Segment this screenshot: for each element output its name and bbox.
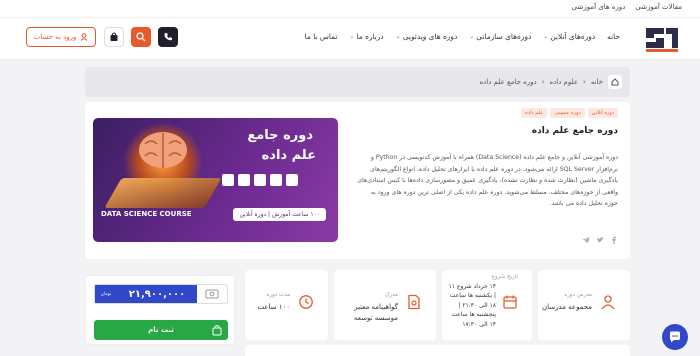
schedule-value: ۱۴ خرداد شروع ۱۱ | یکشنبه ها ساعت ۱۸ الی…: [448, 283, 496, 328]
top-strip: مقالات آموزشی دوره های آموزشی: [0, 0, 700, 18]
breadcrumb-current: دوره جامع علم داده: [479, 78, 537, 86]
duration-value: ۱۰۰ ساعت: [257, 303, 290, 311]
schedule-label: تاریخ شروع: [491, 274, 518, 280]
nav-home[interactable]: خانه: [607, 32, 620, 41]
share-icons: [582, 236, 618, 244]
chevron-down-icon: ⌄: [349, 33, 355, 40]
info-card-duration: مدت دوره ۱۰۰ ساعت: [245, 270, 328, 340]
info-card-certificate: مدرک گواهینامه معتبر موسسه توسعه: [334, 270, 436, 340]
phone-button[interactable]: [158, 27, 178, 47]
tag-general[interactable]: دوره عمومی: [550, 108, 585, 118]
banner-title-line1: دوره جامع: [247, 128, 313, 143]
course-tags: دوره آنلاین دوره عمومی علم داده: [521, 108, 618, 118]
breadcrumb-sep-icon: ‹: [583, 78, 586, 86]
tool-logo-icon: [254, 174, 266, 186]
course-title: دوره جامع علم داده: [531, 126, 618, 136]
facebook-icon[interactable]: [610, 236, 618, 244]
tool-logo-icon: [270, 174, 282, 186]
course-description: دوره آموزشی آنلاین و جامع علم داده (Data…: [357, 154, 618, 208]
tool-logo-icon: [238, 174, 250, 186]
phone-icon: [164, 33, 172, 41]
info-card-schedule: تاریخ شروع ۱۴ خرداد شروع ۱۱ | یکشنبه ها …: [442, 270, 532, 340]
calendar-icon: [503, 295, 517, 309]
chat-icon: [670, 331, 680, 343]
chip-graphic: [104, 178, 222, 208]
price-card: تومان ۲۱,۹۰۰,۰۰۰ ثبت نام: [85, 275, 235, 345]
login-button[interactable]: ورود به حساب: [26, 27, 96, 47]
bottom-panel: [245, 345, 630, 356]
chevron-down-icon: ⌄: [543, 33, 549, 40]
course-card: دوره آنلاین دوره عمومی علم داده دوره جام…: [85, 102, 630, 259]
register-button[interactable]: ثبت نام: [94, 320, 228, 340]
nav-online-courses[interactable]: دوره‌های آنلاین ⌄: [543, 32, 595, 41]
search-button[interactable]: [131, 27, 151, 47]
home-icon[interactable]: [608, 75, 622, 89]
banner-pill: ۱۰۰ ساعت آموزش | دوره آنلاین: [233, 208, 326, 221]
banner-title-line2: علم داده: [261, 148, 316, 163]
main-nav: خانه دوره‌های آنلاین ⌄ دوره‌های سازمانی ⌄ …: [305, 32, 620, 41]
python-logo-icon: [222, 174, 234, 186]
nav-corporate-courses[interactable]: دوره‌های سازمانی ⌄: [469, 32, 531, 41]
chevron-down-icon: ⌄: [395, 33, 401, 40]
wallet-icon: [197, 285, 227, 303]
clock-icon: [299, 295, 313, 309]
teacher-value: مجموعه مدرسان: [541, 303, 592, 311]
banner-subtitle: DATA SCIENCE COURSE: [101, 210, 192, 218]
telegram-icon[interactable]: [582, 236, 590, 244]
course-banner: دوره جامع علم داده DATA SCIENCE COURSE ۱…: [93, 118, 338, 242]
tag-online[interactable]: دوره آنلاین: [587, 108, 618, 118]
nav-about[interactable]: درباره ما ⌄: [350, 32, 384, 41]
certificate-icon: [408, 294, 420, 310]
tag-data-science[interactable]: علم داده: [521, 108, 548, 118]
teacher-icon: [601, 295, 615, 310]
info-card-teacher: مدرس دوره مجموعه مدرسان: [538, 270, 630, 340]
register-label: ثبت نام: [148, 326, 174, 334]
breadcrumb: خانه ‹ علوم داده ‹ دوره جامع علم داده: [85, 67, 630, 97]
site-header: خانه دوره‌های آنلاین ⌄ دوره‌های سازمانی ⌄ …: [0, 18, 700, 60]
bag-icon: [110, 32, 118, 41]
tool-logo-icon: [286, 174, 298, 186]
breadcrumb-category[interactable]: علوم داده: [549, 78, 578, 86]
login-label: ورود به حساب: [33, 33, 77, 41]
site-logo[interactable]: [642, 24, 682, 54]
tool-logos: [222, 174, 298, 186]
certificate-value: گواهینامه معتبر موسسه توسعه: [353, 303, 398, 322]
breadcrumb-sep-icon: ‹: [541, 78, 545, 86]
nav-video-courses[interactable]: دوره های ویدئویی ⌄: [396, 32, 458, 41]
certificate-label: مدرک: [384, 292, 398, 298]
price-box: تومان ۲۱,۹۰۰,۰۰۰: [94, 284, 228, 304]
top-link-courses[interactable]: دوره های آموزشی: [572, 3, 626, 11]
duration-label: مدت دوره: [266, 292, 290, 298]
teacher-label: مدرس دوره: [564, 292, 592, 298]
cart-button[interactable]: [104, 27, 124, 47]
shopping-bag-icon: [212, 325, 222, 336]
brain-icon: [139, 132, 187, 168]
price-value: ۲۱,۹۰۰,۰۰۰: [117, 285, 197, 303]
search-icon: [136, 32, 146, 42]
breadcrumb-home[interactable]: خانه: [591, 78, 603, 86]
top-link-articles[interactable]: مقالات آموزشی: [635, 3, 682, 11]
twitter-icon[interactable]: [596, 236, 604, 244]
chat-button[interactable]: [662, 324, 688, 350]
currency-label: تومان: [95, 285, 117, 303]
chevron-down-icon: ⌄: [469, 33, 475, 40]
nav-contact[interactable]: تماس با ما: [305, 32, 338, 41]
user-icon: [80, 33, 88, 41]
